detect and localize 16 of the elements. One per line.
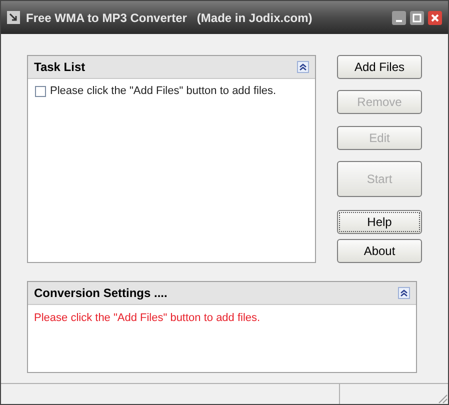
collapse-icon[interactable] xyxy=(398,287,410,299)
resize-grip-icon[interactable] xyxy=(436,392,448,404)
panel-title: Task List xyxy=(34,59,86,76)
checkbox[interactable] xyxy=(35,86,46,97)
maximize-icon[interactable] xyxy=(410,10,424,24)
panel-title: Conversion Settings .... xyxy=(34,285,168,302)
status-message: Please click the "Add Files" button to add files. xyxy=(33,311,262,326)
collapse-icon[interactable] xyxy=(297,61,309,73)
close-icon[interactable] xyxy=(428,10,442,24)
action-button[interactable]: About xyxy=(337,239,422,263)
window-title: Free WMA to MP3 Converter (Made in Jodix.com) xyxy=(26,10,312,26)
action-button[interactable]: Help xyxy=(337,210,422,234)
minimize-icon[interactable] xyxy=(392,10,406,24)
action-button[interactable]: Add Files xyxy=(337,55,422,79)
app-icon xyxy=(7,11,20,24)
task-item-label: Please click the "Add Files" button to add files. xyxy=(50,84,276,99)
